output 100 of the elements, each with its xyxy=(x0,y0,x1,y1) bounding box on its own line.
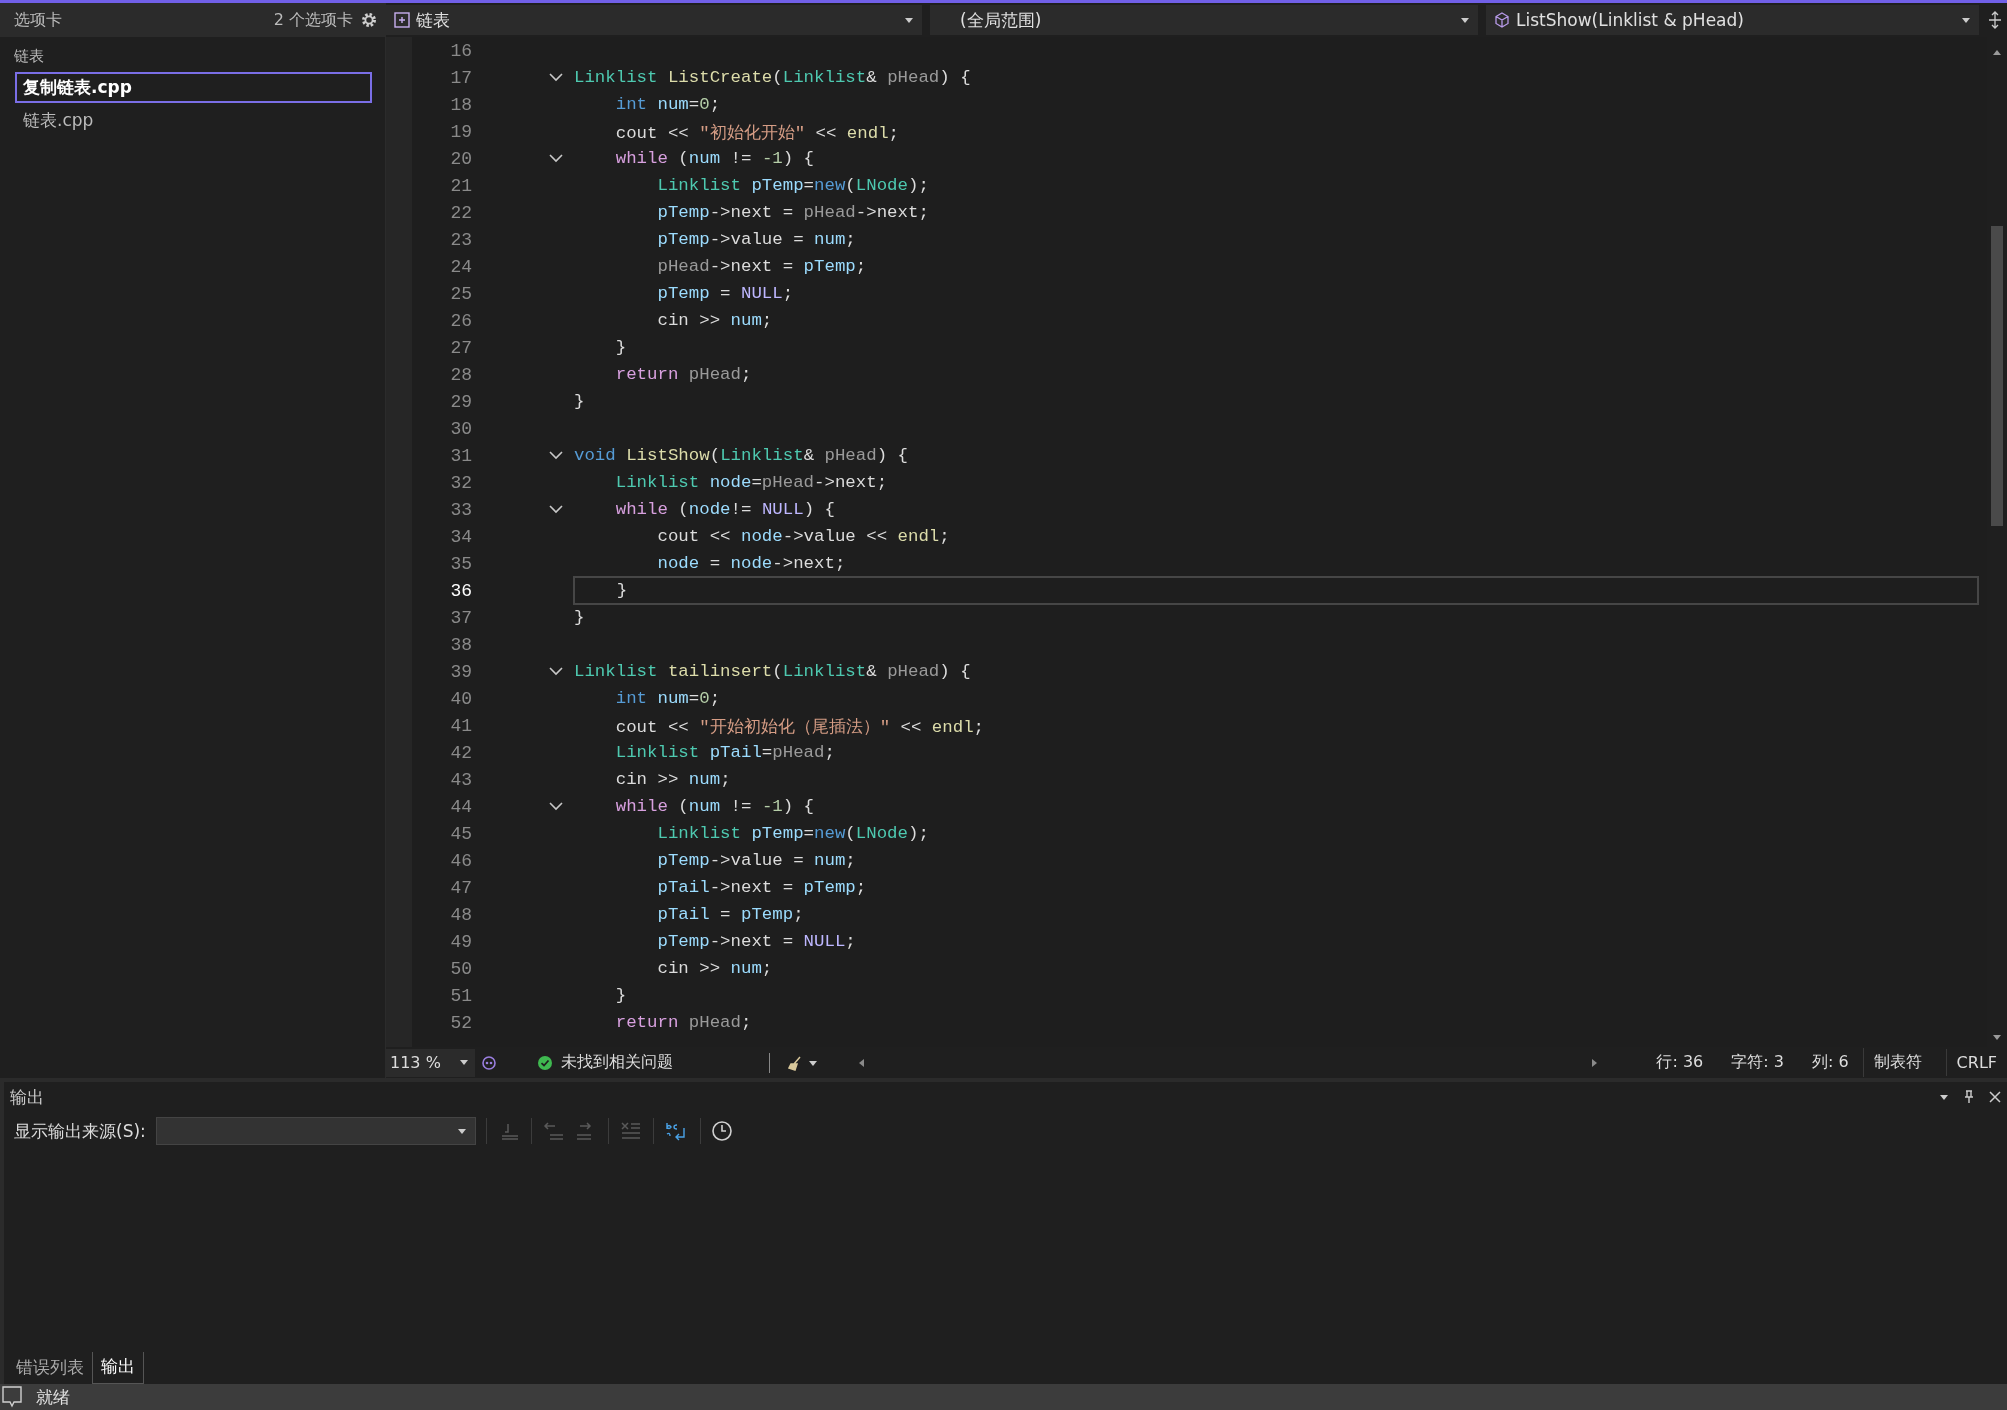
tab-count: 2 个选项卡 xyxy=(273,9,353,31)
code-line: Linklist node=pHead->next; xyxy=(614,473,888,492)
code-line: pTemp = NULL; xyxy=(656,284,794,303)
line-number: 51 xyxy=(449,985,472,1006)
code-line: cin >> num; xyxy=(614,770,731,789)
code-line: } xyxy=(574,608,585,627)
code-line: void ListShow(Linklist& pHead) { xyxy=(574,446,908,465)
line-number: 46 xyxy=(449,850,472,871)
code-line: Linklist ListCreate(Linklist& pHead) { xyxy=(574,68,971,87)
line-number: 16 xyxy=(449,40,472,61)
settings-icon[interactable] xyxy=(361,12,377,28)
line-number: 21 xyxy=(449,175,472,196)
code-line: node = node->next; xyxy=(656,554,846,573)
line-number: 19 xyxy=(449,121,472,142)
scroll-up-icon[interactable] xyxy=(1992,49,2002,56)
code-line: while (num != -1) { xyxy=(614,797,815,816)
chevron-down-icon[interactable] xyxy=(549,802,563,811)
split-icon[interactable] xyxy=(1987,11,2003,29)
brush-icon[interactable] xyxy=(787,1054,818,1071)
indent-mode[interactable]: 制表符 xyxy=(1862,1048,1932,1077)
line-number: 41 xyxy=(449,715,472,736)
cube-icon xyxy=(1494,12,1510,28)
caret-icon xyxy=(456,1127,467,1135)
scope-dropdown[interactable]: (全局范围) xyxy=(930,5,1478,35)
code-line: pTemp->next = NULL; xyxy=(656,932,856,951)
line-number: 39 xyxy=(449,661,472,682)
code-line: pTemp->value = num; xyxy=(656,851,856,870)
line-number: 30 xyxy=(449,418,472,439)
code-line: pTemp->next = pHead->next; xyxy=(656,203,929,222)
code-line: pHead->next = pTemp; xyxy=(656,257,867,276)
line-number: 49 xyxy=(449,931,472,952)
code-line: return pHead; xyxy=(614,365,752,384)
file-tab-item[interactable]: 链表.cpp xyxy=(15,105,372,136)
line-number: 34 xyxy=(449,526,472,547)
code-line: Linklist tailinsert(Linklist& pHead) { xyxy=(574,662,971,681)
code-line: } xyxy=(614,338,627,357)
line-ending[interactable]: CRLF xyxy=(1945,1049,2007,1076)
line-number: 23 xyxy=(449,229,472,250)
comment-icon[interactable] xyxy=(2,1386,22,1408)
chevron-down-icon[interactable] xyxy=(549,154,563,163)
line-number: 24 xyxy=(449,256,472,277)
line-number: 36 xyxy=(449,580,472,601)
line-number: 18 xyxy=(449,94,472,115)
line-number: 32 xyxy=(449,472,472,493)
code-line: int num=0; xyxy=(614,95,721,114)
scroll-left-icon[interactable] xyxy=(857,1057,865,1068)
code-line: while (num != -1) { xyxy=(614,149,815,168)
line-number: 52 xyxy=(449,1012,472,1033)
source-label: 显示输出来源(S): xyxy=(14,1119,146,1143)
column-position: 列: 6 xyxy=(1811,1052,1849,1073)
panel-tab[interactable]: 错误列表 xyxy=(8,1353,92,1384)
code-line: } xyxy=(614,986,627,1005)
code-line: Linklist pTemp=new(LNode); xyxy=(656,176,929,195)
chevron-down-icon[interactable] xyxy=(549,505,563,514)
code-line: } xyxy=(615,581,628,600)
line-number: 28 xyxy=(449,364,472,385)
line-number: 44 xyxy=(449,796,472,817)
clock-icon[interactable] xyxy=(710,1120,733,1142)
member-dropdown[interactable]: ListShow(Linklist & pHead) xyxy=(1486,5,1979,35)
panel-tab[interactable]: 输出 xyxy=(92,1352,144,1384)
file-tab-item[interactable]: 复制链表.cpp xyxy=(15,72,372,103)
line-number: 27 xyxy=(449,337,472,358)
line-number: 26 xyxy=(449,310,472,331)
line-number: 17 xyxy=(449,67,472,88)
code-line: cin >> num; xyxy=(656,959,773,978)
chevron-down-icon[interactable] xyxy=(549,451,563,460)
panel-title: 选项卡 xyxy=(14,9,63,31)
project-icon xyxy=(394,12,410,28)
line-number: 47 xyxy=(449,877,472,898)
line-number: 48 xyxy=(449,904,472,925)
line-number: 25 xyxy=(449,283,472,304)
close-icon[interactable] xyxy=(1989,1091,2001,1103)
zoom-dropdown[interactable]: 113 % xyxy=(386,1048,475,1077)
line-number: 33 xyxy=(449,499,472,520)
issues-status[interactable]: 未找到相关问题 xyxy=(560,1052,673,1073)
line-number: 37 xyxy=(449,607,472,628)
project-dropdown[interactable]: 链表 xyxy=(386,5,922,35)
chevron-down-icon[interactable] xyxy=(549,73,563,82)
line-number: 40 xyxy=(449,688,472,709)
line-number: 29 xyxy=(449,391,472,412)
line-number: 20 xyxy=(449,148,472,169)
check-circle-icon xyxy=(536,1054,553,1071)
caret-icon xyxy=(458,1059,469,1066)
code-line: pTemp->value = num; xyxy=(656,230,856,249)
code-line: cout << "开始初始化（尾插法）" << endl; xyxy=(614,716,985,738)
line-position: 行: 36 xyxy=(1656,1052,1704,1073)
scroll-down-icon[interactable] xyxy=(1992,1034,2002,1041)
line-number: 42 xyxy=(449,742,472,763)
chevron-down-icon[interactable] xyxy=(549,667,563,676)
code-line: int num=0; xyxy=(614,689,721,708)
caret-icon xyxy=(1961,16,1971,24)
panel-title: 输出 xyxy=(10,1085,45,1109)
code-line: Linklist pTail=pHead; xyxy=(614,743,835,762)
caret-icon xyxy=(1460,16,1470,24)
pin-icon[interactable] xyxy=(1963,1090,1975,1104)
code-line: while (node!= NULL) { xyxy=(614,500,835,519)
caret-icon[interactable] xyxy=(1939,1093,1949,1101)
scroll-right-icon[interactable] xyxy=(1591,1057,1599,1068)
scroll-thumb[interactable] xyxy=(1991,226,2003,526)
code-line: Linklist pTemp=new(LNode); xyxy=(656,824,929,843)
